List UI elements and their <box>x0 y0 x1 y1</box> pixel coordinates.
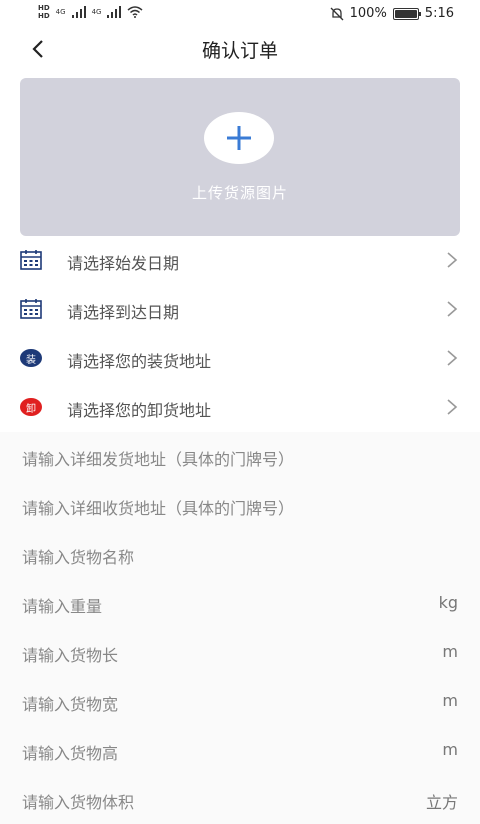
calendar-icon <box>20 250 42 270</box>
wifi-icon <box>127 6 143 18</box>
unit-label: 立方 <box>425 793 458 812</box>
add-image-button[interactable] <box>204 112 274 164</box>
status-left: HD HD 4G 4G <box>38 4 143 20</box>
row-label: 请选择您的卸货地址 <box>67 401 212 420</box>
input-placeholder: 请输入货物长 <box>22 646 119 665</box>
select-unloading-address[interactable]: 卸 请选择您的卸货地址 <box>0 382 480 431</box>
calendar-icon <box>20 299 42 319</box>
input-placeholder: 请输入货物宽 <box>22 695 119 714</box>
clock: 5:16 <box>424 6 454 21</box>
battery-fill <box>394 9 417 18</box>
network-label-1: 4G <box>55 8 66 16</box>
select-loading-address[interactable]: 装 请选择您的装货地址 <box>0 333 480 382</box>
select-departure-date[interactable]: 请选择始发日期 <box>0 235 480 284</box>
weight-input[interactable]: 请输入重量 kg <box>0 579 480 628</box>
chevron-right-icon <box>447 301 458 317</box>
unit-label: m <box>442 642 458 661</box>
sim-indicators: HD HD <box>38 4 50 20</box>
unit-label: m <box>442 691 458 710</box>
height-input[interactable]: 请输入货物高 m <box>0 726 480 775</box>
row-label: 请选择始发日期 <box>67 254 180 273</box>
hd-label-2: HD <box>38 12 50 20</box>
unit-label: m <box>442 740 458 759</box>
mute-icon <box>330 7 344 20</box>
input-placeholder: 请输入货物体积 <box>22 793 135 812</box>
shipping-address-input[interactable]: 请输入详细发货地址（具体的门牌号） <box>0 432 480 481</box>
hd-label-1: HD <box>38 4 50 12</box>
signal-icon <box>107 6 122 18</box>
row-label: 请选择您的装货地址 <box>67 352 212 371</box>
input-placeholder: 请输入详细发货地址（具体的门牌号） <box>22 450 295 469</box>
select-arrival-date[interactable]: 请选择到达日期 <box>0 284 480 333</box>
receiving-address-input[interactable]: 请输入详细收货地址（具体的门牌号） <box>0 481 480 530</box>
battery-icon <box>392 7 421 20</box>
length-input[interactable]: 请输入货物长 m <box>0 628 480 677</box>
input-placeholder: 请输入重量 <box>22 597 103 616</box>
unit-label: kg <box>438 593 458 612</box>
page-title: 确认订单 <box>201 40 278 62</box>
status-bar: HD HD 4G 4G 100% 5:16 <box>0 0 480 30</box>
upload-image-area[interactable]: 上传货源图片 <box>20 78 460 236</box>
cargo-name-input[interactable]: 请输入货物名称 <box>0 530 480 579</box>
row-label: 请选择到达日期 <box>67 303 180 322</box>
width-input[interactable]: 请输入货物宽 m <box>0 677 480 726</box>
network-label-2: 4G <box>91 8 102 16</box>
upload-label: 上传货源图片 <box>191 184 288 202</box>
input-placeholder: 请输入货物名称 <box>22 548 135 567</box>
chevron-right-icon <box>447 350 458 366</box>
nav-bar: 确认订单 <box>0 30 480 66</box>
load-badge-icon: 装 <box>20 349 42 367</box>
unload-badge-icon: 卸 <box>20 398 42 416</box>
battery-percent: 100% <box>349 6 387 21</box>
input-placeholder: 请输入详细收货地址（具体的门牌号） <box>22 499 295 518</box>
plus-icon <box>227 126 251 150</box>
chevron-right-icon <box>447 399 458 415</box>
input-placeholder: 请输入货物高 <box>22 744 119 763</box>
signal-icon <box>71 6 86 18</box>
status-right: 100% 5:16 <box>330 6 454 21</box>
chevron-right-icon <box>447 252 458 268</box>
